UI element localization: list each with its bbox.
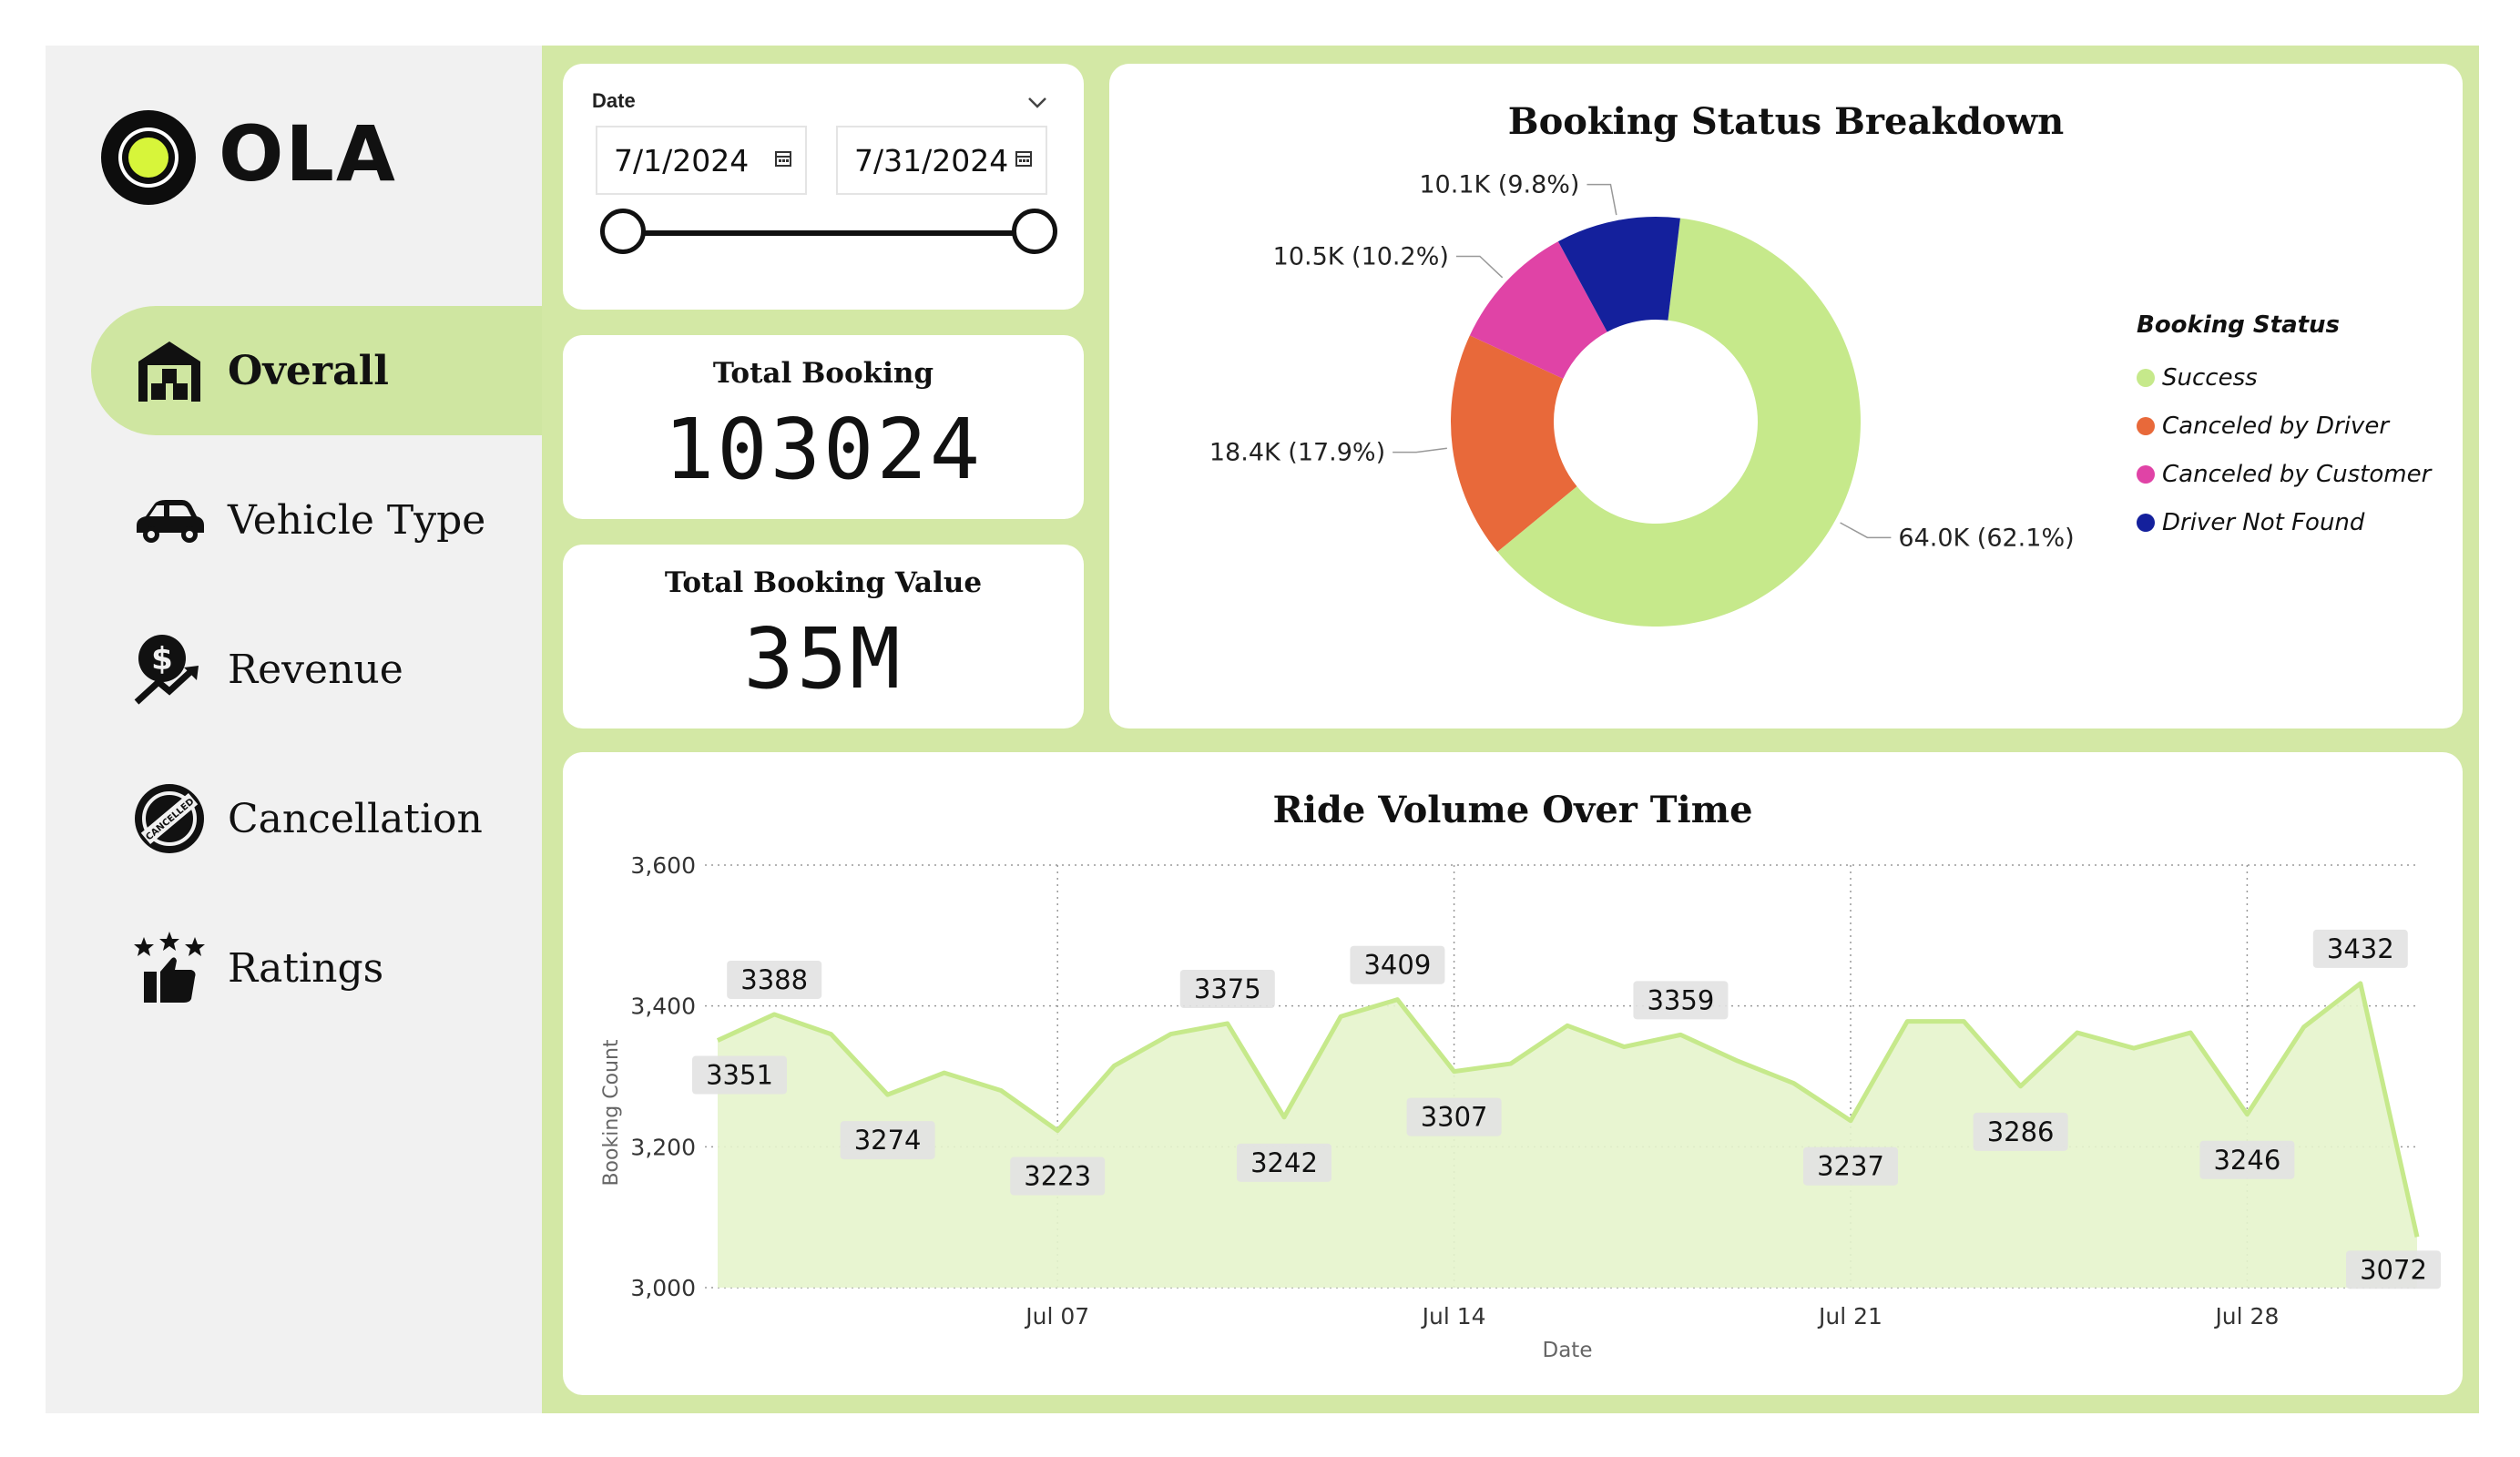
data-label: 3375 <box>1179 970 1275 1008</box>
data-label: 3351 <box>692 1055 787 1095</box>
total-booking-value: 103024 <box>663 401 984 498</box>
date-range-end-handle[interactable] <box>1012 209 1057 254</box>
booking-status-legend-title: Booking Status <box>2137 311 2341 339</box>
cancelled-stamp-icon: CANCELLED <box>131 780 208 857</box>
booking-status-legend: Success Canceled by Driver Canceled by Cus… <box>2137 353 2431 546</box>
warehouse-icon <box>131 332 208 409</box>
data-label-text: 3286 <box>1987 1116 2055 1147</box>
data-label: 3274 <box>840 1121 935 1160</box>
data-label: 3246 <box>2199 1140 2295 1179</box>
ride-volume-title: Ride Volume Over Time <box>1272 789 1753 831</box>
data-label-text: 3388 <box>740 964 808 995</box>
total-booking-value-amount: 35M <box>743 610 903 708</box>
legend-item[interactable]: Success <box>2137 353 2431 402</box>
x-tick-label: Jul 21 <box>1817 1303 1882 1330</box>
data-label: 3307 <box>1406 1097 1502 1136</box>
revenue-icon: $ <box>131 631 208 708</box>
data-label: 3409 <box>1350 945 1445 984</box>
date-range-slider-track[interactable] <box>623 230 1035 236</box>
y-tick-label: 3,400 <box>630 993 696 1020</box>
y-tick-label: 3,600 <box>630 852 696 879</box>
end-date-input[interactable]: 7/31/2024 <box>836 126 1047 195</box>
data-label-text: 3307 <box>1421 1102 1488 1133</box>
nav-item-overall[interactable]: Overall <box>91 306 542 435</box>
nav-item-vehicle-type[interactable]: Vehicle Type <box>91 455 542 585</box>
donut-data-label: 64.0K (62.1%) <box>1898 524 2074 552</box>
svg-text:$: $ <box>151 641 173 678</box>
data-label-text: 3237 <box>1817 1151 1884 1182</box>
data-label: 3223 <box>1010 1156 1106 1196</box>
chevron-down-icon[interactable] <box>1027 87 1047 116</box>
y-axis-title: Booking Count <box>600 1039 623 1186</box>
data-label-text: 3274 <box>854 1125 922 1156</box>
legend-swatch <box>2137 368 2155 387</box>
date-filter-label: Date <box>592 89 636 112</box>
x-tick-label: Jul 07 <box>1024 1303 1089 1330</box>
legend-item[interactable]: Driver Not Found <box>2137 498 2431 546</box>
data-label: 3072 <box>2346 1250 2441 1289</box>
nav-item-ratings[interactable]: Ratings <box>91 903 542 1033</box>
donut-data-label: 10.1K (9.8%) <box>1419 171 1579 199</box>
legend-label: Canceled by Driver <box>2162 412 2390 440</box>
nav-label-vehicle-type: Vehicle Type <box>228 496 486 544</box>
data-label: 3286 <box>1973 1112 2068 1151</box>
x-tick-label: Jul 14 <box>1421 1303 1486 1330</box>
date-range-start-handle[interactable] <box>600 209 646 254</box>
brand-name: OLA <box>219 109 397 199</box>
total-booking-value-title: Total Booking Value <box>664 566 983 599</box>
y-tick-label: 3,000 <box>630 1275 696 1301</box>
data-label: 3432 <box>2312 929 2408 968</box>
legend-label: Driver Not Found <box>2162 508 2365 536</box>
car-icon <box>131 482 208 558</box>
data-label: 3237 <box>1803 1146 1898 1186</box>
nav-item-revenue[interactable]: $ Revenue <box>91 605 542 734</box>
legend-swatch <box>2137 513 2155 532</box>
data-label-text: 3409 <box>1363 950 1431 981</box>
end-date-value: 7/31/2024 <box>854 142 1009 178</box>
start-date-value: 7/1/2024 <box>614 142 750 178</box>
data-label: 3388 <box>727 960 822 999</box>
calendar-icon[interactable] <box>1015 149 1033 168</box>
thumbs-up-stars-icon <box>131 930 208 1006</box>
nav-item-cancellation[interactable]: CANCELLED Cancellation <box>91 754 542 883</box>
x-tick-label: Jul 28 <box>2213 1303 2279 1330</box>
data-label-text: 3432 <box>2327 933 2394 964</box>
legend-swatch <box>2137 464 2155 484</box>
x-axis-title: Date <box>1543 1339 1593 1362</box>
booking-status-title: Booking Status Breakdown <box>1507 100 2065 143</box>
ola-logo-mark-icon <box>101 110 196 205</box>
total-booking-title: Total Booking <box>712 357 934 390</box>
data-label: 3242 <box>1237 1143 1331 1182</box>
donut-leader-line <box>1840 522 1892 539</box>
legend-item[interactable]: Canceled by Customer <box>2137 450 2431 498</box>
data-label-text: 3242 <box>1250 1147 1318 1178</box>
data-label-text: 3375 <box>1194 973 1261 1004</box>
data-label-text: 3351 <box>706 1060 773 1091</box>
donut-leader-line <box>1455 255 1504 279</box>
donut-data-label: 18.4K (17.9%) <box>1209 439 1385 467</box>
data-label: 3359 <box>1633 981 1729 1020</box>
donut-leader-line <box>1393 447 1447 453</box>
legend-label: Canceled by Customer <box>2162 460 2432 488</box>
nav-label-cancellation: Cancellation <box>228 795 483 842</box>
legend-item[interactable]: Canceled by Driver <box>2137 402 2431 450</box>
ride-volume-area <box>718 983 2417 1288</box>
nav-label-ratings: Ratings <box>228 944 384 992</box>
data-label-text: 3359 <box>1647 984 1714 1015</box>
data-label-text: 3246 <box>2213 1145 2280 1176</box>
donut-data-label: 10.5K (10.2%) <box>1273 243 1449 271</box>
data-label-text: 3072 <box>2360 1254 2427 1285</box>
legend-swatch <box>2137 416 2155 435</box>
y-tick-label: 3,200 <box>630 1134 696 1160</box>
legend-label: Success <box>2162 363 2258 392</box>
calendar-icon[interactable] <box>774 149 792 168</box>
nav-label-overall: Overall <box>228 347 390 394</box>
data-label-text: 3223 <box>1024 1161 1091 1192</box>
ride-volume-area-chart: 3,000 3,200 3,400 3,600 Jul 07 Jul 14 Jul 21 Ju… <box>600 852 2441 1362</box>
donut-leader-line <box>1586 183 1617 216</box>
start-date-input[interactable]: 7/1/2024 <box>596 126 807 195</box>
nav-label-revenue: Revenue <box>228 646 403 693</box>
